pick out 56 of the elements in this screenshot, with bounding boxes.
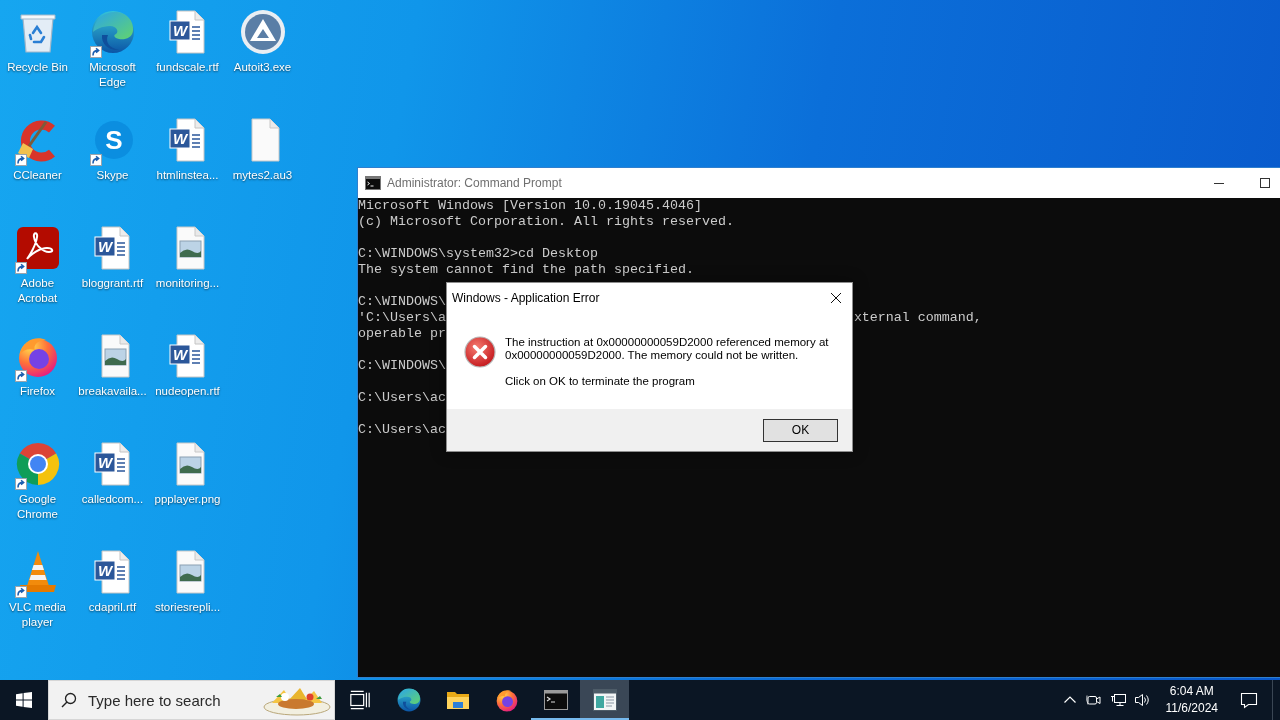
terminal-icon — [365, 175, 381, 191]
desktop-icon-label[interactable]: fundscale.rtf — [150, 60, 225, 75]
search-bar[interactable]: Type here to search — [48, 680, 335, 720]
search-input[interactable]: Type here to search — [88, 691, 262, 709]
app-window-icon[interactable] — [592, 688, 617, 712]
desktop-icon-label[interactable]: mytes2.au3 — [225, 168, 300, 183]
notification-icon[interactable] — [1239, 690, 1259, 710]
desktop-icon-label[interactable]: CCleaner — [0, 168, 75, 183]
dialog-title: Windows - Application Error — [452, 291, 601, 305]
desktop-icon-label[interactable]: VLC media player — [0, 600, 75, 630]
desktop-icon-label[interactable]: Firefox — [0, 384, 75, 399]
console-text: The system cannot find the path specified. — [358, 262, 694, 278]
search-icon — [61, 692, 77, 708]
taskbar-clock[interactable]: 6:04 AM 11/6/2024 — [1157, 680, 1226, 720]
console-text: xternal command, — [853, 310, 982, 326]
desktop-icon-label[interactable]: breakavaila... — [75, 384, 150, 399]
terminal-icon[interactable] — [543, 688, 568, 712]
close-icon[interactable] — [830, 292, 842, 304]
console-text: C:\Users\ac — [358, 390, 446, 406]
desktop-icon-label[interactable]: monitoring... — [150, 276, 225, 291]
desktop-icon-label[interactable]: Adobe Acrobat — [0, 276, 75, 306]
desktop-icon-label[interactable]: htmlinstea... — [150, 168, 225, 183]
desktop-icon-label[interactable]: cdapril.rtf — [75, 600, 150, 615]
desktop-icon-label[interactable]: Recycle Bin — [0, 60, 75, 75]
desktop-icon-label[interactable]: Skype — [75, 168, 150, 183]
desktop-icon-label[interactable]: nudeopen.rtf — [150, 384, 225, 399]
dialog-message: The instruction at 0x00000000059D2000 referenced memory at 0x00000000059D2000. The memory could not be written. — [505, 336, 830, 362]
task-view-icon[interactable] — [348, 689, 371, 711]
desktop-icon-label[interactable]: calledcom... — [75, 492, 150, 507]
console-text: C:\WINDOWS\ — [358, 358, 446, 374]
wave-circle-logo-icon[interactable] — [396, 688, 421, 712]
triangle-circle-logo-icon[interactable] — [238, 8, 287, 56]
console-text: 'C:\Users\a — [358, 310, 446, 326]
speaker-icon[interactable] — [1133, 692, 1150, 708]
error-icon — [464, 336, 496, 368]
network-monitor-icon[interactable] — [1109, 692, 1126, 708]
console-text: (c) Microsoft Corporation. All rights reserved. — [358, 214, 734, 230]
desktop-icon-label[interactable]: Autoit3.exe — [225, 60, 300, 75]
window-title: Administrator: Command Prompt — [387, 176, 562, 190]
console-text: C:\Users\ac — [358, 422, 446, 438]
console-text: operable pr — [358, 326, 446, 342]
desktop-icon-label[interactable]: bloggrant.rtf — [75, 276, 150, 291]
console-text: C:\WINDOWS\system32>cd Desktop — [358, 246, 598, 262]
desktop-icon-label[interactable]: storiesrepli... — [150, 600, 225, 615]
console-text: Microsoft Windows [Version 10.0.19045.4046] — [358, 198, 702, 214]
desktop-icon-label[interactable]: Google Chrome — [0, 492, 75, 522]
desktop-icon-label[interactable]: Microsoft Edge — [75, 60, 150, 90]
desktop-icon-label[interactable]: ppplayer.png — [150, 492, 225, 507]
ok-button[interactable]: OK — [763, 418, 838, 442]
start-icon[interactable] — [16, 692, 32, 708]
video-camera-icon[interactable] — [1085, 692, 1102, 708]
taskbar-button[interactable] — [580, 680, 629, 720]
fox-globe-logo-icon[interactable] — [494, 688, 519, 712]
dialog-hint: Click on OK to terminate the program — [505, 375, 695, 388]
maximize-icon[interactable] — [1260, 178, 1270, 188]
console-text: C:\WINDOWS\ — [358, 294, 446, 310]
